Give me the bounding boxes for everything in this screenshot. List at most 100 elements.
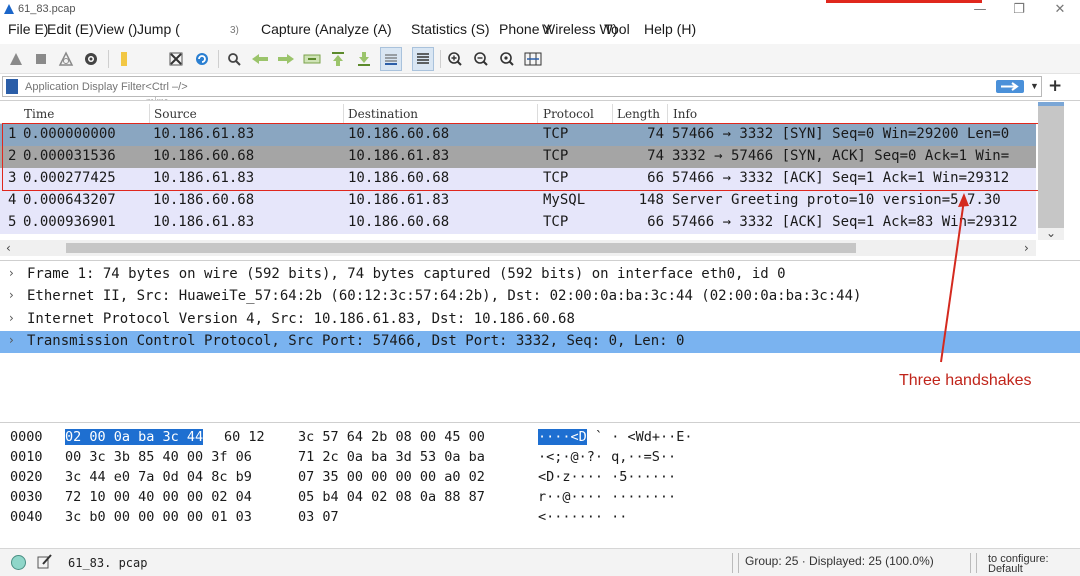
packet-time: 0.000936901 (23, 214, 116, 230)
hex-row[interactable]: 0040 3c b0 00 00 00 00 01 03 03 07 <····… (0, 508, 760, 528)
scroll-down-icon[interactable]: ⌄ (1046, 226, 1056, 240)
add-filter-button[interactable]: + (1048, 76, 1062, 96)
expand-chevron-icon[interactable]: › (9, 266, 14, 280)
column-header-protocol[interactable]: Protocol (543, 107, 594, 121)
hex-bytes: 07 35 00 00 00 00 a0 02 (298, 469, 485, 485)
go-back-icon[interactable] (249, 47, 271, 71)
menu-capture-analyze[interactable]: Capture (Analyze (A) (261, 21, 392, 37)
shark-fin-start-icon[interactable] (5, 47, 27, 71)
hex-bytes: 05 b4 04 02 08 0a 88 87 (298, 489, 485, 505)
packet-info: 3332 → 57466 [SYN, ACK] Seq=0 Ack=1 Win= (672, 148, 1010, 164)
display-filter-bar: ▼ (2, 76, 1042, 97)
status-filename: 61_83. pcap (68, 556, 148, 570)
display-filter-input[interactable] (25, 79, 985, 94)
hex-row[interactable]: 0020 3c 44 e0 7a 0d 04 8c b9 07 35 00 00… (0, 468, 760, 488)
packet-no: 3 (8, 170, 17, 186)
go-to-packet-icon[interactable] (301, 47, 323, 71)
zoom-in-icon[interactable] (444, 47, 466, 71)
find-magnifier-icon[interactable] (223, 47, 245, 71)
menu-edit[interactable]: Edit (E) (47, 21, 94, 37)
scroll-right-icon[interactable]: › (1024, 241, 1029, 255)
hex-bytes: 3c b0 00 00 00 00 01 03 (65, 509, 252, 525)
column-header-time[interactable]: Time (24, 107, 54, 121)
hex-offset: 0030 (10, 489, 43, 505)
menu-view[interactable]: View () (94, 21, 137, 37)
packet-length: 74 (647, 148, 664, 164)
apply-filter-button[interactable] (996, 80, 1024, 93)
title-bar: 61_83.pcap — ❐ ✕ (0, 0, 1080, 20)
packet-length: 66 (647, 170, 664, 186)
expand-chevron-icon[interactable]: › (9, 333, 14, 347)
go-first-icon[interactable] (327, 47, 349, 71)
resize-columns-icon[interactable] (522, 47, 544, 71)
vertical-scroll-thumb[interactable] (1038, 106, 1064, 228)
expand-chevron-icon[interactable]: › (9, 288, 14, 302)
detail-row-frame[interactable]: › Frame 1: 74 bytes on wire (592 bits), … (0, 264, 1080, 286)
status-profile[interactable]: to configure: Default (988, 554, 1049, 575)
column-header-destination[interactable]: Destination (348, 107, 418, 121)
hex-row[interactable]: 0000 02 00 0a ba 3c 44 60 12 3c 57 64 2b… (0, 428, 760, 448)
open-folder-icon[interactable] (113, 47, 135, 71)
packet-info: 57466 → 3332 [SYN] Seq=0 Win=29200 Len=0 (672, 126, 1010, 142)
hex-ascii: ` · <Wd+··E· (595, 429, 693, 445)
bookmark-icon[interactable] (6, 79, 18, 94)
detail-row-tcp[interactable]: › Transmission Control Protocol, Src Por… (0, 331, 1080, 353)
close-file-icon[interactable] (165, 47, 187, 71)
horizontal-scroll-thumb[interactable] (66, 243, 856, 253)
gear-options-icon[interactable] (80, 47, 102, 71)
go-last-icon[interactable] (353, 47, 375, 71)
packet-time: 0.000031536 (23, 148, 116, 164)
menu-tools[interactable]: Tool (604, 21, 630, 37)
detail-row-ipv4[interactable]: › Internet Protocol Version 4, Src: 10.1… (0, 309, 1080, 331)
detail-text: Transmission Control Protocol, Src Port:… (27, 333, 685, 349)
packet-time: 0.000277425 (23, 170, 116, 186)
hex-bytes: 71 2c 0a ba 3d 53 0a ba (298, 449, 485, 465)
expert-info-led-icon[interactable] (11, 555, 26, 570)
packet-info: 57466 → 3332 [ACK] Seq=1 Ack=1 Win=29312 (672, 170, 1010, 186)
go-forward-icon[interactable] (275, 47, 297, 71)
hex-row[interactable]: 0030 72 10 00 40 00 00 02 04 05 b4 04 02… (0, 488, 760, 508)
packet-row[interactable]: 1 0.000000000 10.186.61.83 10.186.60.68 … (0, 124, 1036, 146)
menu-help[interactable]: Help (H) (644, 21, 696, 37)
hex-ascii: ·<;·@·?· q,··=S·· (538, 449, 677, 465)
packet-destination: 10.186.60.68 (348, 214, 450, 230)
menu-file[interactable]: File E) (8, 21, 48, 37)
column-header-info[interactable]: Info (673, 107, 697, 121)
packet-row[interactable]: 2 0.000031536 10.186.60.68 10.186.61.83 … (0, 146, 1036, 168)
packet-no: 4 (8, 192, 17, 208)
packet-row[interactable]: 3 0.000277425 10.186.61.83 10.186.60.68 … (0, 168, 1036, 190)
colorize-icon[interactable] (412, 47, 434, 71)
packet-length: 148 (638, 192, 664, 208)
packet-row[interactable]: 4 0.000643207 10.186.60.68 10.186.61.83 … (0, 190, 1036, 212)
packet-protocol: TCP (543, 214, 569, 230)
restart-fin-icon[interactable] (55, 47, 77, 71)
hex-row[interactable]: 0010 00 3c 3b 85 40 00 3f 06 71 2c 0a ba… (0, 448, 760, 468)
hex-offset: 0020 (10, 469, 43, 485)
packet-length: 74 (647, 126, 664, 142)
column-header-length[interactable]: Length (617, 107, 660, 121)
packet-no: 1 (8, 126, 17, 142)
reload-icon[interactable] (191, 47, 213, 71)
detail-row-ethernet[interactable]: › Ethernet II, Src: HuaweiTe_57:64:2b (6… (0, 286, 1080, 308)
close-button[interactable]: ✕ (1050, 2, 1070, 18)
scroll-left-icon[interactable]: ‹ (6, 241, 11, 255)
menu-fragment: 3) (230, 25, 239, 36)
column-header-source[interactable]: Source (154, 107, 197, 121)
packet-row[interactable]: 5 0.000936901 10.186.61.83 10.186.60.68 … (0, 212, 1036, 234)
minimize-button[interactable]: — (970, 2, 990, 18)
detail-text: Ethernet II, Src: HuaweiTe_57:64:2b (60:… (27, 288, 862, 304)
chevron-down-icon[interactable]: ▼ (1030, 81, 1039, 91)
packet-info: Server Greeting proto=10 version=5.7.30 (672, 192, 1001, 208)
stop-square-icon[interactable] (30, 47, 52, 71)
menu-jump[interactable]: Jump ( (137, 21, 180, 37)
menu-statistics[interactable]: Statistics (S) (411, 21, 490, 37)
detail-text: Frame 1: 74 bytes on wire (592 bits), 74… (27, 266, 786, 282)
zoom-out-icon[interactable] (470, 47, 492, 71)
packet-destination: 10.186.61.83 (348, 148, 450, 164)
zoom-reset-icon[interactable] (496, 47, 518, 71)
capture-comment-icon[interactable] (37, 553, 53, 569)
packet-protocol: TCP (543, 170, 569, 186)
expand-chevron-icon[interactable]: › (9, 311, 14, 325)
autoscroll-icon[interactable] (380, 47, 402, 71)
maximize-button[interactable]: ❐ (1009, 2, 1029, 18)
